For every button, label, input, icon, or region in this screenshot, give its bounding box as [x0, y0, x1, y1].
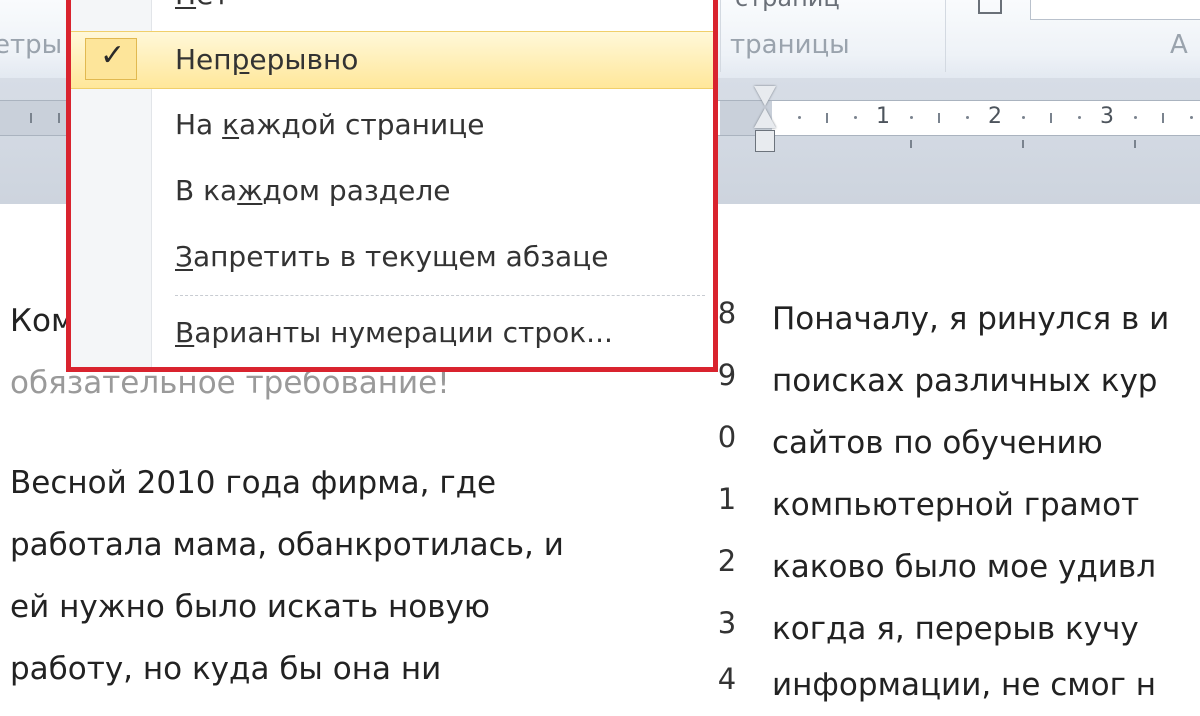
- ruler-tick: [1162, 113, 1164, 123]
- menu-check-highlight: ✓: [85, 38, 137, 80]
- doc-right-line: компьютерной грамот: [772, 487, 1140, 523]
- doc-left-line: работала мама, обанкротилась, и: [10, 527, 564, 563]
- doc-right-line: Поначалу, я ринулся в и: [772, 301, 1170, 337]
- ruler-dot: [910, 116, 913, 119]
- menu-item-label: На каждой странице: [175, 108, 485, 141]
- line-number: 1: [717, 482, 737, 516]
- doc-left-line: работу, но куда бы она ни: [10, 651, 442, 687]
- page-setup-icon[interactable]: [978, 0, 1002, 14]
- line-numbers-dropdown-menu: Нет ✓ Непрерывно На каждой странице В ка…: [66, 0, 718, 372]
- ruler-dot: [1022, 116, 1025, 119]
- menu-item-label: Нет: [175, 0, 230, 11]
- menu-item-restart-each-section[interactable]: В каждом разделе: [71, 163, 713, 219]
- ruler-dot: [798, 116, 801, 119]
- hanging-indent-handle[interactable]: [754, 108, 776, 128]
- ruler-dot: [1078, 116, 1081, 119]
- doc-right-line: каково было мое удивл: [772, 549, 1157, 585]
- ruler-number: 1: [876, 104, 890, 129]
- ruler-tab-mark: [910, 140, 912, 148]
- ruler-tick: [1050, 113, 1052, 123]
- group-separator: [945, 0, 946, 72]
- ruler-tick: [58, 113, 60, 123]
- doc-right-line: когда я, перерыв кучу: [772, 611, 1139, 647]
- menu-item-label: Запретить в текущем абзаце: [175, 240, 609, 273]
- ribbon-partial-label: страниц: [735, 0, 840, 12]
- menu-item-label: Варианты нумерации строк...: [175, 316, 613, 349]
- menu-item-none[interactable]: Нет: [71, 0, 713, 23]
- ruler-tab-mark: [1022, 140, 1024, 148]
- ruler-tick: [30, 113, 32, 123]
- line-number: 0: [717, 420, 737, 454]
- checkmark-icon: ✓: [100, 38, 126, 73]
- menu-item-line-numbering-options[interactable]: Варианты нумерации строк...: [71, 305, 713, 361]
- indent-marker-handle[interactable]: [754, 86, 776, 154]
- group-separator: [720, 0, 721, 72]
- menu-separator: [175, 295, 705, 296]
- ruler-dot: [1190, 116, 1193, 119]
- doc-right-line: сайтов по обучению: [772, 425, 1103, 461]
- doc-left-line: Ком: [10, 303, 75, 339]
- ruler-number: 3: [1100, 104, 1114, 129]
- ribbon-input-field[interactable]: [1030, 0, 1200, 20]
- group-label-page-setup: етры: [0, 30, 63, 60]
- doc-left-line: Весной 2010 года фирма, где: [10, 465, 497, 501]
- menu-item-label: В каждом разделе: [175, 174, 451, 207]
- doc-right-line: информации, не смог н: [772, 667, 1157, 703]
- ruler-tick: [938, 113, 940, 123]
- menu-item-continuous[interactable]: ✓ Непрерывно: [71, 31, 713, 89]
- menu-item-suppress-current-paragraph[interactable]: Запретить в текущем абзаце: [71, 229, 713, 285]
- ruler-tab-mark: [1134, 140, 1136, 148]
- ruler-dot: [1134, 116, 1137, 119]
- menu-item-label: Непрерывно: [175, 43, 359, 76]
- ruler-number: 2: [988, 104, 1002, 129]
- group-label-page-background: траницы: [730, 30, 850, 60]
- doc-left-line: ей нужно было искать новую: [10, 589, 490, 625]
- line-number: 3: [717, 606, 737, 640]
- group-label-paragraph: А: [1170, 30, 1188, 60]
- menu-item-restart-each-page[interactable]: На каждой странице: [71, 97, 713, 153]
- line-number: 4: [717, 662, 737, 696]
- left-indent-handle[interactable]: [755, 130, 775, 152]
- ruler-dot: [854, 116, 857, 119]
- first-line-indent-handle[interactable]: [754, 86, 776, 106]
- doc-right-line: поисках различных кур: [772, 363, 1158, 399]
- ruler-tick: [826, 113, 828, 123]
- ruler-dot: [966, 116, 969, 119]
- line-number: 2: [717, 544, 737, 578]
